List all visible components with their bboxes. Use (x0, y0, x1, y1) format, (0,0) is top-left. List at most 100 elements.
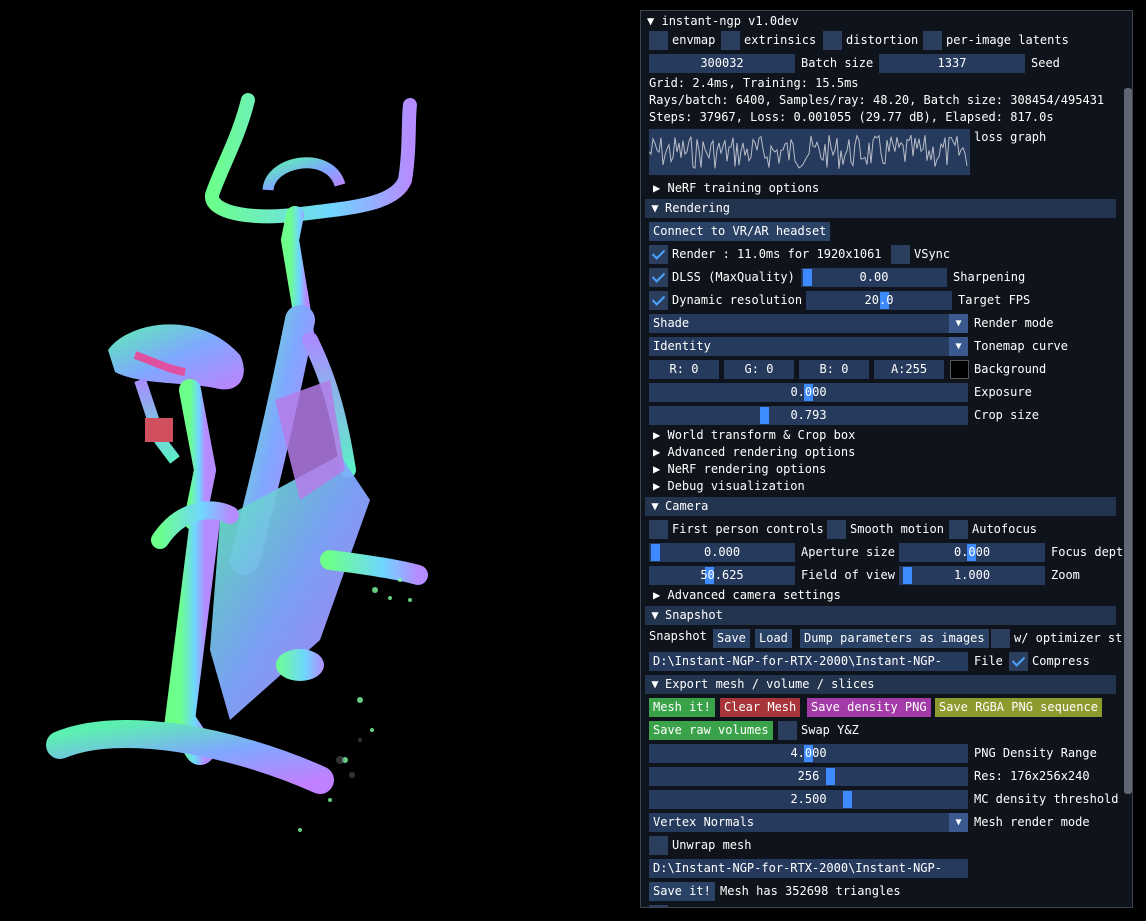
mc-density-threshold-slider[interactable]: 2.500 (649, 790, 968, 809)
background-a-input[interactable]: A:255 (874, 360, 944, 379)
expand-arrow-icon: ▶ (653, 462, 661, 476)
resolution-label: Res: 176x256x240 (974, 769, 1090, 783)
panel-scrollbar[interactable] (1124, 88, 1132, 794)
save-raw-volumes-button[interactable]: Save raw volumes (649, 721, 773, 740)
mc-density-threshold-label: MC density threshold (974, 792, 1119, 806)
smooth-motion-label: Smooth motion (850, 522, 944, 536)
expand-arrow-icon: ▶ (653, 445, 661, 459)
connect-vr-button[interactable]: Connect to VR/AR headset (649, 222, 831, 241)
resolution-slider[interactable]: 256 (649, 767, 968, 786)
unwrap-mesh-checkbox[interactable] (649, 836, 668, 855)
render-mode-label: Render mode (974, 316, 1054, 330)
nerf-training-options[interactable]: ▶ NeRF training options (653, 180, 819, 197)
background-r-input[interactable]: R: 0 (649, 360, 719, 379)
export-header[interactable]: ▼ Export mesh / volume / slices (645, 675, 1116, 694)
collapse-arrow-icon: ▼ (647, 14, 655, 28)
collapse-arrow-icon: ▼ (651, 499, 659, 513)
background-color-swatch[interactable] (950, 360, 969, 379)
snapshot-header[interactable]: ▼ Snapshot (645, 606, 1116, 625)
chevron-down-icon: ▼ (949, 337, 968, 356)
loss-graph-label: loss graph (974, 130, 1047, 144)
compress-checkbox[interactable] (1009, 652, 1028, 671)
expand-arrow-icon: ▶ (653, 428, 661, 442)
chevron-down-icon: ▼ (949, 813, 968, 832)
loss-graph (648, 129, 970, 175)
distortion-label: distortion (846, 33, 919, 47)
crop-size-label: Crop size (974, 408, 1040, 422)
png-density-range-slider[interactable]: 4.000 (649, 744, 968, 763)
dlss-label: DLSS (MaxQuality) (672, 270, 795, 284)
distortion-checkbox[interactable] (823, 31, 842, 50)
vsync-checkbox[interactable] (891, 245, 910, 264)
zoom-slider[interactable]: 1.000 (899, 566, 1045, 585)
aperture-label: Aperture size (801, 545, 895, 559)
sharpening-slider[interactable]: 0.00 (801, 268, 947, 287)
expand-arrow-icon: ▶ (653, 588, 661, 602)
save-density-png-button[interactable]: Save density PNG (807, 698, 931, 717)
window-title[interactable]: ▼ instant-ngp v1.0dev (647, 13, 799, 30)
chevron-down-icon: ▼ (949, 314, 968, 333)
save-mesh-button[interactable]: Save it! (649, 882, 715, 901)
batch-size-input[interactable]: 300032 (649, 54, 795, 73)
snapshot-file-input[interactable]: D:\Instant-NGP-for-RTX-2000\Instant-NGP-… (649, 652, 968, 671)
focus-depth-slider[interactable]: 0.000 (899, 543, 1045, 562)
triangle-count: Mesh has 352698 triangles (720, 884, 901, 898)
next-row-checkbox[interactable] (649, 905, 668, 907)
mesh-render-mode-dropdown[interactable]: Vertex Normals ▼ (649, 813, 968, 832)
clear-mesh-button[interactable]: Clear Mesh (720, 698, 801, 717)
tonemap-dropdown[interactable]: Identity ▼ (649, 337, 968, 356)
autofocus-checkbox[interactable] (949, 520, 968, 539)
expand-arrow-icon: ▶ (653, 479, 661, 493)
mesh-it-button[interactable]: Mesh it! (649, 698, 715, 717)
rendering-header[interactable]: ▼ Rendering (645, 199, 1116, 218)
vsync-label: VSync (914, 247, 951, 261)
first-person-checkbox[interactable] (649, 520, 668, 539)
exposure-slider[interactable]: 0.000 (649, 383, 968, 402)
debug-visualization-tree[interactable]: ▶ Debug visualization (653, 478, 805, 495)
snapshot-load-button[interactable]: Load (755, 629, 792, 648)
per-image-latents-checkbox[interactable] (923, 31, 942, 50)
unwrap-mesh-label: Unwrap mesh (672, 838, 752, 852)
render-mode-dropdown[interactable]: Shade ▼ (649, 314, 968, 333)
seed-input[interactable]: 1337 (879, 54, 1025, 73)
dump-parameters-button[interactable]: Dump parameters as images (800, 629, 989, 648)
target-fps-label: Target FPS (958, 293, 1031, 307)
background-b-input[interactable]: B: 0 (799, 360, 869, 379)
mesh-path-input[interactable]: D:\Instant-NGP-for-RTX-2000\Instant-NGP-… (649, 859, 968, 878)
extrinsics-checkbox[interactable] (721, 31, 740, 50)
render-viewport[interactable] (0, 0, 640, 921)
envmap-checkbox[interactable] (649, 31, 668, 50)
autofocus-label: Autofocus (972, 522, 1038, 536)
aperture-slider[interactable]: 0.000 (649, 543, 795, 562)
png-density-range-label: PNG Density Range (974, 746, 1097, 760)
nerf-rendering-tree[interactable]: ▶ NeRF rendering options (653, 461, 826, 478)
camera-header[interactable]: ▼ Camera (645, 497, 1116, 516)
swap-yz-checkbox[interactable] (778, 721, 797, 740)
timing-stats: Grid: 2.4ms, Training: 15.5ms (649, 76, 859, 90)
target-fps-slider[interactable]: 20.0 (806, 291, 952, 310)
dlss-checkbox[interactable] (649, 268, 668, 287)
save-rgba-sequence-button[interactable]: Save RGBA PNG sequence (935, 698, 1102, 717)
mesh-render-mode-label: Mesh render mode (974, 815, 1090, 829)
step-stats: Steps: 37967, Loss: 0.001055 (29.77 dB),… (649, 110, 1054, 124)
background-g-input[interactable]: G: 0 (724, 360, 794, 379)
fov-slider[interactable]: 50.625 (649, 566, 795, 585)
exposure-label: Exposure (974, 385, 1032, 399)
render-checkbox[interactable] (649, 245, 668, 264)
collapse-arrow-icon: ▼ (651, 608, 659, 622)
title-text: instant-ngp v1.0dev (661, 14, 799, 28)
world-transform-tree[interactable]: ▶ World transform & Crop box (653, 427, 855, 444)
fov-label: Field of view (801, 568, 895, 582)
smooth-motion-checkbox[interactable] (827, 520, 846, 539)
seed-label: Seed (1031, 56, 1060, 70)
crop-size-slider[interactable]: 0.793 (649, 406, 968, 425)
advanced-camera-tree[interactable]: ▶ Advanced camera settings (653, 587, 841, 604)
advanced-rendering-tree[interactable]: ▶ Advanced rendering options (653, 444, 855, 461)
optimizer-checkbox[interactable] (991, 629, 1010, 648)
snapshot-save-button[interactable]: Save (713, 629, 750, 648)
zoom-label: Zoom (1051, 568, 1080, 582)
dynamic-resolution-label: Dynamic resolution (672, 293, 803, 307)
dynamic-resolution-checkbox[interactable] (649, 291, 668, 310)
snapshot-label: Snapshot (649, 629, 707, 643)
extrinsics-label: extrinsics (744, 33, 817, 47)
